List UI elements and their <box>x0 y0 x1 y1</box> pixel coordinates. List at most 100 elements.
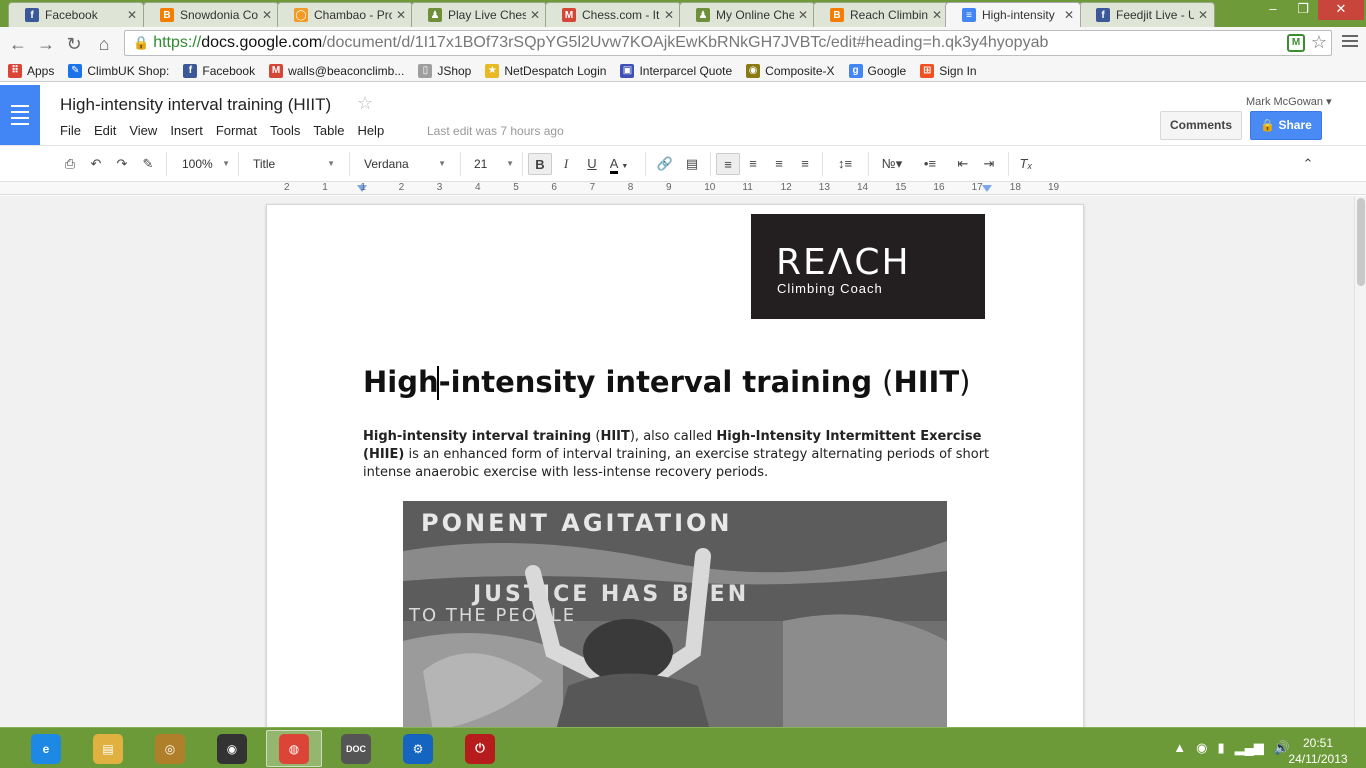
taskbar-app[interactable]: DOC <box>328 730 384 767</box>
bulleted-list-icon[interactable]: •≡ <box>914 153 946 175</box>
tray-security-icon[interactable]: ◉ <box>1196 740 1207 756</box>
close-window-button[interactable]: ✕ <box>1318 0 1364 20</box>
clear-formatting-icon[interactable]: Tₓ <box>1016 153 1036 175</box>
bookmark-item[interactable]: ★ NetDespatch Login <box>485 63 606 78</box>
close-tab-icon[interactable]: ✕ <box>932 8 942 22</box>
browser-tab[interactable]: ♟ My Online Che ✕ <box>679 2 815 27</box>
home-button[interactable]: ⌂ <box>92 32 116 56</box>
comments-button[interactable]: Comments <box>1160 111 1242 140</box>
share-button[interactable]: 🔒 Share <box>1250 111 1322 140</box>
back-button[interactable]: ← <box>6 32 30 56</box>
maximize-button[interactable]: ❐ <box>1288 0 1318 20</box>
print-icon[interactable]: ⎙ <box>60 153 80 175</box>
menu-file[interactable]: File <box>60 123 81 138</box>
right-indent-marker[interactable] <box>982 185 992 192</box>
bookmark-item[interactable]: ⊞ Sign In <box>920 63 977 78</box>
climber-photo[interactable]: PONENT AGITATION JUSTICE HAS BEEN TO THE… <box>403 501 947 727</box>
document-title[interactable]: High-intensity interval training (HIIT) <box>60 95 331 115</box>
taskbar-app[interactable]: ◎ <box>142 730 198 767</box>
justify-button[interactable]: ≡ <box>795 153 815 175</box>
paragraph-style-select[interactable]: Title ▼ <box>253 153 335 175</box>
menu-view[interactable]: View <box>129 123 157 138</box>
text-color-button[interactable]: A ▼ <box>606 153 632 175</box>
menu-table[interactable]: Table <box>313 123 344 138</box>
chrome-menu-button[interactable] <box>1342 35 1358 50</box>
close-tab-icon[interactable]: ✕ <box>664 8 674 22</box>
signal-icon[interactable]: ▂▄▆ <box>1235 740 1264 756</box>
browser-tab[interactable]: ≡ High-intensity ✕ <box>945 2 1081 27</box>
underline-button[interactable]: U <box>582 153 602 175</box>
bookmark-item[interactable]: ⠿ Apps <box>8 63 54 78</box>
bookmark-item[interactable]: f Facebook <box>183 63 255 78</box>
extension-icon[interactable]: M <box>1287 34 1305 52</box>
numbered-list-icon[interactable]: №▾ <box>876 153 908 175</box>
link-icon[interactable]: 🔗 <box>654 153 676 175</box>
menu-help[interactable]: Help <box>357 123 384 138</box>
taskbar-app[interactable]: ◉ <box>204 730 260 767</box>
taskbar-app[interactable]: ⏻ <box>452 730 508 767</box>
browser-tab[interactable]: f Feedjit Live - U ✕ <box>1079 2 1215 27</box>
menu-tools[interactable]: Tools <box>270 123 300 138</box>
close-tab-icon[interactable]: ✕ <box>396 8 406 22</box>
document-page[interactable]: REΛCH Climbing Coach High-intensity inte… <box>266 204 1084 727</box>
document-heading[interactable]: High-intensity interval training (HIIT) <box>363 365 970 399</box>
bookmark-item[interactable]: ◉ Composite-X <box>746 63 835 78</box>
bookmark-item[interactable]: g Google <box>848 63 906 78</box>
browser-tab[interactable]: B Reach Climbin ✕ <box>813 2 949 27</box>
comment-icon[interactable]: ▤ <box>681 153 703 175</box>
battery-icon[interactable]: ▮ <box>1217 740 1224 756</box>
browser-tab[interactable]: f Facebook ✕ <box>8 2 144 27</box>
tray-expand-icon[interactable]: ▲ <box>1173 740 1186 756</box>
decrease-indent-icon[interactable]: ⇤ <box>953 153 973 175</box>
bookmark-item[interactable]: ▣ Interparcel Quote <box>620 63 732 78</box>
menu-insert[interactable]: Insert <box>170 123 203 138</box>
align-center-button[interactable]: ≡ <box>743 153 763 175</box>
close-tab-icon[interactable]: ✕ <box>1064 8 1074 22</box>
browser-tab[interactable]: ♟ Play Live Chess ✕ <box>411 2 547 27</box>
font-size-select[interactable]: 21 ▼ <box>474 153 514 175</box>
redo-icon[interactable]: ↷ <box>112 153 132 175</box>
italic-button[interactable]: I <box>556 153 576 175</box>
close-tab-icon[interactable]: ✕ <box>262 8 272 22</box>
paint-format-icon[interactable]: ✎ <box>138 153 158 175</box>
reload-button[interactable]: ↻ <box>62 32 86 56</box>
taskbar-app[interactable]: ▤ <box>80 730 136 767</box>
forward-button[interactable]: → <box>34 32 58 56</box>
zoom-select[interactable]: 100% ▼ <box>182 153 230 175</box>
user-account-name[interactable]: Mark McGowan ▾ <box>1246 95 1332 108</box>
close-tab-icon[interactable]: ✕ <box>530 8 540 22</box>
clock-date[interactable]: 24/11/2013 <box>1283 752 1353 766</box>
bookmark-item[interactable]: ✎ ClimbUK Shop: <box>68 63 169 78</box>
bookmark-item[interactable]: ▯ JShop <box>418 63 471 78</box>
close-tab-icon[interactable]: ✕ <box>1198 8 1208 22</box>
last-edit-status[interactable]: Last edit was 7 hours ago <box>427 124 564 138</box>
close-tab-icon[interactable]: ✕ <box>798 8 808 22</box>
vertical-scrollbar[interactable] <box>1354 196 1366 727</box>
bookmark-item[interactable]: Mwalls@beaconclimb... <box>269 63 404 78</box>
close-tab-icon[interactable]: ✕ <box>127 8 137 22</box>
line-spacing-icon[interactable]: ↕≡ <box>830 153 860 175</box>
star-document-icon[interactable]: ☆ <box>357 93 373 114</box>
menu-edit[interactable]: Edit <box>94 123 116 138</box>
taskbar-app[interactable]: ◍ <box>266 730 322 767</box>
font-select[interactable]: Verdana ▼ <box>364 153 446 175</box>
browser-tab[interactable]: ◯ Chambao - Pro ✕ <box>277 2 413 27</box>
taskbar-app[interactable]: e <box>18 730 74 767</box>
clock-time[interactable]: 20:51 <box>1283 736 1353 750</box>
scrollbar-thumb[interactable] <box>1357 198 1365 286</box>
align-left-button[interactable]: ≡ <box>716 153 740 175</box>
reach-logo-image[interactable]: REΛCH Climbing Coach <box>751 214 985 319</box>
align-right-button[interactable]: ≡ <box>769 153 789 175</box>
bookmark-star-icon[interactable]: ☆ <box>1311 32 1327 53</box>
minimize-button[interactable]: – <box>1258 0 1288 20</box>
menu-format[interactable]: Format <box>216 123 257 138</box>
browser-tab[interactable]: B Snowdonia Co ✕ <box>143 2 279 27</box>
browser-tab[interactable]: M Chess.com - It' ✕ <box>545 2 681 27</box>
address-bar[interactable]: 🔒 https://docs.google.com/document/d/1I1… <box>124 30 1332 56</box>
undo-icon[interactable]: ↶ <box>86 153 106 175</box>
bold-button[interactable]: B <box>528 153 552 175</box>
collapse-toolbar-icon[interactable]: ⌃ <box>1298 153 1318 175</box>
intro-paragraph[interactable]: High-intensity interval training (HIIT),… <box>363 428 991 482</box>
taskbar-app[interactable]: ⚙ <box>390 730 446 767</box>
increase-indent-icon[interactable]: ⇥ <box>979 153 999 175</box>
